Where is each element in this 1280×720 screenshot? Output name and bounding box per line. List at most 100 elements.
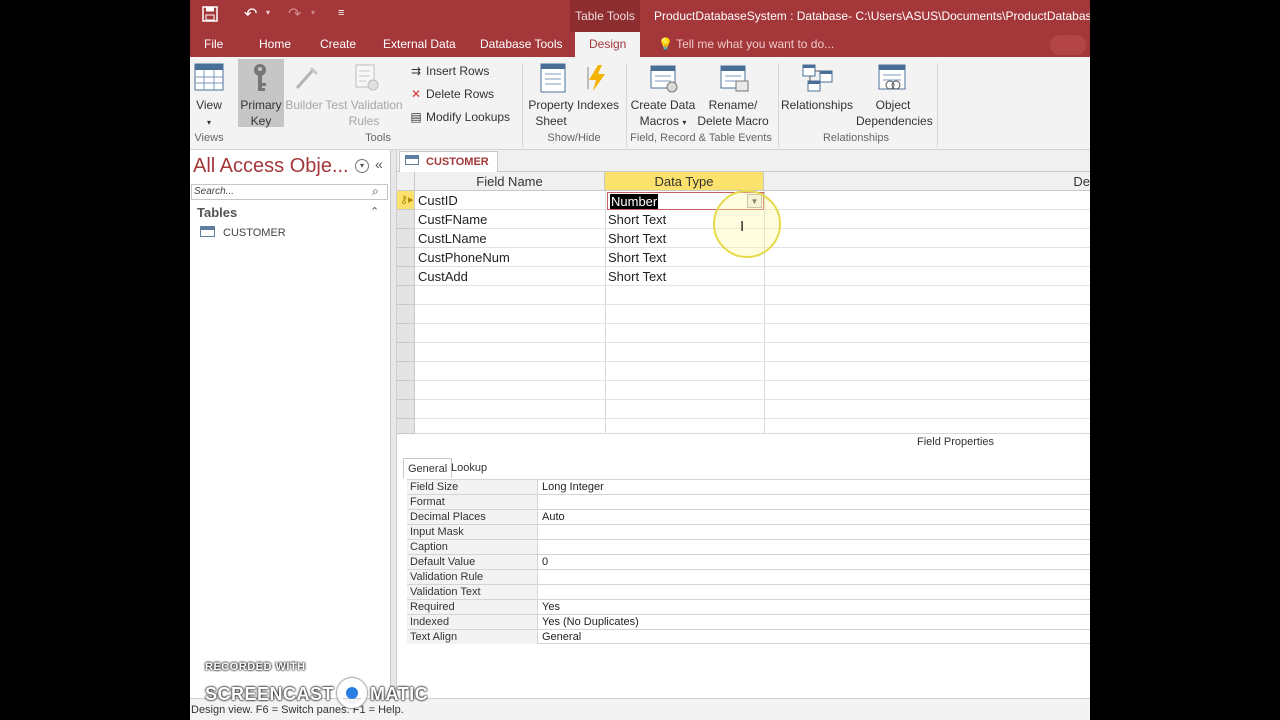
account-icon[interactable] bbox=[1050, 35, 1086, 55]
redo-icon: ↷ bbox=[288, 6, 302, 23]
row-selector[interactable] bbox=[397, 324, 415, 343]
table-icon bbox=[405, 155, 419, 165]
row-selector[interactable] bbox=[397, 362, 415, 381]
modify-lookups-icon: ▤ bbox=[410, 110, 422, 124]
group-label-views: Views bbox=[194, 132, 224, 144]
data-type-cell[interactable]: Short Text bbox=[605, 267, 764, 286]
empty-row[interactable] bbox=[415, 324, 1090, 343]
empty-row[interactable] bbox=[415, 305, 1090, 324]
test-validation-icon bbox=[354, 63, 380, 98]
empty-row[interactable] bbox=[415, 400, 1090, 419]
nav-menu-icon[interactable]: ▾ bbox=[355, 159, 369, 173]
tab-design[interactable]: Design bbox=[575, 32, 641, 57]
save-icon[interactable] bbox=[202, 6, 218, 24]
row-selector[interactable] bbox=[397, 210, 415, 229]
empty-row[interactable] bbox=[415, 286, 1090, 305]
property-sheet-button[interactable]: Property Sheet bbox=[526, 97, 576, 129]
create-data-macros-button[interactable]: Create Data Macros ▾ bbox=[628, 97, 698, 131]
modify-lookups-button[interactable]: ▤ Modify Lookups bbox=[408, 107, 510, 127]
tab-database-tools[interactable]: Database Tools bbox=[480, 32, 563, 57]
collapse-pane-icon[interactable]: « bbox=[375, 156, 383, 172]
group-label-show-hide: Show/Hide bbox=[547, 132, 601, 144]
field-name-cell[interactable]: CustAdd bbox=[415, 267, 605, 286]
object-dependencies-icon bbox=[878, 63, 908, 98]
chevron-up-icon[interactable]: ⌃ bbox=[370, 205, 379, 218]
property-row[interactable]: Default Value 0 bbox=[407, 554, 1090, 569]
navigation-pane: All Access Obje... ▾ « Search... ⌕ Table… bbox=[190, 150, 391, 698]
insert-rows-icon: ⇉ bbox=[410, 64, 422, 78]
row-selector[interactable] bbox=[397, 286, 415, 305]
search-icon[interactable]: ⌕ bbox=[372, 184, 379, 199]
description-cell[interactable] bbox=[764, 248, 1090, 267]
recorder-logo-icon bbox=[337, 678, 368, 708]
property-row[interactable]: Caption bbox=[407, 539, 1090, 554]
row-selector[interactable] bbox=[397, 400, 415, 419]
header-field-name[interactable]: Field Name bbox=[415, 172, 605, 191]
tab-home[interactable]: Home bbox=[259, 32, 291, 57]
row-selector[interactable] bbox=[397, 343, 415, 362]
rename-delete-macro-button[interactable]: Rename/Delete Macro bbox=[694, 97, 772, 129]
row-selector[interactable] bbox=[397, 229, 415, 248]
empty-row[interactable] bbox=[415, 381, 1090, 400]
property-row[interactable]: Text Align General bbox=[407, 629, 1090, 644]
property-row[interactable]: Indexed Yes (No Duplicates) bbox=[407, 614, 1090, 629]
group-divider bbox=[937, 63, 938, 147]
row-selector[interactable] bbox=[397, 381, 415, 400]
row-selector[interactable] bbox=[397, 419, 415, 434]
key-icon bbox=[250, 63, 270, 98]
property-row[interactable]: Validation Rule bbox=[407, 569, 1090, 584]
row-selector[interactable] bbox=[397, 267, 415, 286]
delete-rows-button[interactable]: ✕ Delete Rows bbox=[408, 84, 494, 104]
view-icon[interactable] bbox=[194, 63, 224, 96]
tab-file[interactable]: File bbox=[204, 32, 223, 57]
row-selector[interactable] bbox=[397, 305, 415, 324]
header-description[interactable]: De bbox=[764, 172, 1090, 191]
property-row[interactable]: Input Mask bbox=[407, 524, 1090, 539]
property-row[interactable]: Decimal Places Auto bbox=[407, 509, 1090, 524]
tab-create[interactable]: Create bbox=[320, 32, 356, 57]
row-selector[interactable] bbox=[397, 248, 415, 267]
title-bar: ↶ ▾ ↷ ▾ ≡ Table Tools ProductDatabaseSys… bbox=[190, 0, 1090, 32]
tell-me-box[interactable]: 💡 Tell me what you want to do... bbox=[658, 32, 834, 57]
property-row[interactable]: Field Size Long Integer bbox=[407, 479, 1090, 494]
relationships-button[interactable]: Relationships bbox=[778, 97, 856, 113]
test-validation-button: Test Validation Rules bbox=[325, 98, 403, 128]
object-dependencies-button[interactable]: Object Dependencies bbox=[856, 97, 933, 129]
description-cell[interactable] bbox=[764, 191, 1090, 210]
undo-dropdown-icon[interactable]: ▾ bbox=[266, 8, 270, 17]
nav-item-customer[interactable]: CUSTOMER bbox=[200, 226, 286, 244]
property-row[interactable]: Format bbox=[407, 494, 1090, 509]
description-cell[interactable] bbox=[764, 267, 1090, 286]
customize-toolbar-icon[interactable]: ≡ bbox=[338, 7, 344, 19]
field-grid: Field Name Data Type De ⚷▸ CustID CustFN… bbox=[397, 172, 1090, 434]
header-data-type[interactable]: Data Type bbox=[605, 172, 764, 191]
description-cell[interactable] bbox=[764, 229, 1090, 248]
tab-external-data[interactable]: External Data bbox=[383, 32, 456, 57]
insert-rows-button[interactable]: ⇉ Insert Rows bbox=[408, 61, 489, 81]
tab-general[interactable]: General bbox=[403, 458, 453, 478]
cursor-highlight bbox=[713, 190, 781, 258]
field-name-cell[interactable]: CustLName bbox=[415, 229, 605, 248]
description-cell[interactable] bbox=[764, 210, 1090, 229]
context-tab-label: Table Tools bbox=[570, 0, 640, 32]
nav-search-input[interactable]: Search... bbox=[191, 184, 388, 200]
nav-pane-title[interactable]: All Access Obje... bbox=[193, 155, 349, 178]
field-name-cell[interactable]: CustFName bbox=[415, 210, 605, 229]
undo-icon[interactable]: ↶ bbox=[244, 4, 257, 24]
tab-lookup[interactable]: Lookup bbox=[447, 458, 491, 478]
empty-row[interactable] bbox=[415, 343, 1090, 362]
indexes-button[interactable]: Indexes bbox=[576, 97, 620, 113]
property-row[interactable]: Validation Text bbox=[407, 584, 1090, 599]
group-label-tools: Tools bbox=[365, 132, 391, 144]
property-row[interactable]: Required Yes bbox=[407, 599, 1090, 614]
empty-row[interactable] bbox=[415, 362, 1090, 381]
access-window: ↶ ▾ ↷ ▾ ≡ Table Tools ProductDatabaseSys… bbox=[190, 0, 1090, 720]
view-button[interactable]: View ▾ bbox=[190, 97, 228, 131]
nav-group-tables[interactable]: Tables bbox=[197, 205, 237, 220]
field-properties-title: Field Properties bbox=[917, 436, 995, 448]
field-name-cell[interactable]: CustPhoneNum bbox=[415, 248, 605, 267]
property-sheet-icon bbox=[540, 63, 566, 98]
indexes-icon bbox=[584, 63, 610, 98]
field-name-cell[interactable]: CustID bbox=[415, 191, 605, 210]
ribbon: View ▾ Primary Key Builder Test Validation… bbox=[190, 57, 1090, 150]
